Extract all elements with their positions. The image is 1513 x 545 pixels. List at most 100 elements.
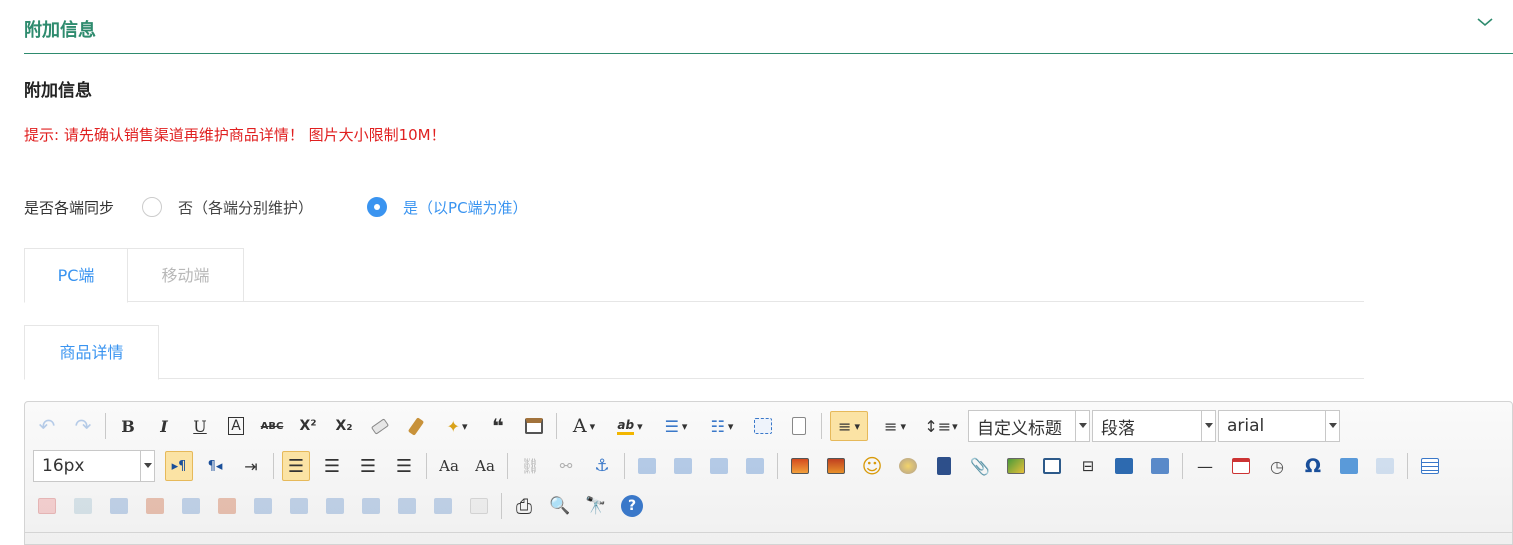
insert-paragraph-before-table-icon[interactable] bbox=[69, 491, 97, 521]
wordimage-icon[interactable] bbox=[1335, 451, 1363, 481]
tab-product-detail[interactable]: 商品详情 bbox=[24, 325, 159, 380]
map-icon[interactable] bbox=[1002, 451, 1030, 481]
link-icon[interactable]: ⛓ bbox=[516, 451, 544, 481]
paste-plain-icon[interactable] bbox=[520, 411, 548, 441]
superscript-button[interactable]: X² bbox=[294, 411, 322, 441]
insert-col-icon[interactable] bbox=[177, 491, 205, 521]
italic-button[interactable]: I bbox=[150, 411, 178, 441]
eraser-icon[interactable] bbox=[366, 411, 394, 441]
align-right-icon[interactable]: ☰ bbox=[354, 451, 382, 481]
emoji-icon[interactable]: ☺ bbox=[858, 451, 886, 481]
font-family-select[interactable]: arial bbox=[1218, 410, 1340, 442]
chevron-down-icon: ▾ bbox=[461, 419, 468, 433]
ordered-list-button[interactable]: ☰ ▾ bbox=[657, 411, 695, 441]
merge-right-icon[interactable] bbox=[285, 491, 313, 521]
section-header[interactable]: 附加信息 bbox=[24, 0, 1513, 54]
chevron-down-icon[interactable] bbox=[1325, 411, 1339, 441]
multi-image-icon[interactable] bbox=[822, 451, 850, 481]
ltr-direction-button[interactable]: ▸¶ bbox=[165, 451, 193, 481]
lowercase-icon[interactable]: Aa bbox=[471, 451, 499, 481]
ordered-list-icon: ☰ bbox=[664, 416, 679, 436]
toolbar-separator bbox=[777, 453, 778, 479]
search-replace-icon[interactable]: 🔭 bbox=[582, 491, 610, 521]
format-brush-icon[interactable] bbox=[402, 411, 430, 441]
image-center-icon[interactable] bbox=[741, 451, 769, 481]
help-icon[interactable]: ? bbox=[618, 491, 646, 521]
magic-wand-icon[interactable]: ✦ ▾ bbox=[438, 411, 476, 441]
delete-row-icon[interactable] bbox=[141, 491, 169, 521]
insert-table-icon[interactable] bbox=[1416, 451, 1444, 481]
platform-tabs: PC端 移动端 bbox=[24, 248, 1364, 303]
toolbar-separator bbox=[507, 453, 508, 479]
radio-sync-pc[interactable]: 是（以PC端为准） bbox=[367, 197, 528, 218]
video-icon[interactable] bbox=[930, 451, 958, 481]
print-icon[interactable]: ⎙ bbox=[510, 491, 538, 521]
image-left-icon[interactable] bbox=[669, 451, 697, 481]
underline-button[interactable]: U bbox=[186, 411, 214, 441]
chevron-down-icon: ▾ bbox=[900, 419, 906, 433]
radio-sync-pc-dot[interactable] bbox=[367, 197, 388, 217]
template-icon[interactable] bbox=[1110, 451, 1138, 481]
unlink-icon[interactable]: ⚯ bbox=[552, 451, 580, 481]
tab-pc[interactable]: PC端 bbox=[24, 248, 128, 303]
delete-table-icon[interactable] bbox=[33, 491, 61, 521]
rich-text-editor[interactable]: ↶ ↷ B I U A ABC X² X₂ ✦ ▾ ❝ A ▾ ab ▾ ☰ ▾ bbox=[24, 401, 1513, 545]
anchor-icon[interactable]: ⚓ bbox=[588, 451, 616, 481]
uppercase-icon[interactable]: Aa bbox=[435, 451, 463, 481]
bold-button[interactable]: B bbox=[114, 411, 142, 441]
redo-icon[interactable]: ↷ bbox=[69, 411, 97, 441]
quote-icon[interactable]: ❝ bbox=[484, 411, 512, 441]
preview-icon[interactable]: 🔍 bbox=[546, 491, 574, 521]
special-char-icon[interactable]: Ω bbox=[1299, 451, 1327, 481]
row-spacing-bottom-button[interactable]: ≡ ▾ bbox=[876, 411, 914, 441]
align-justify-icon[interactable]: ☰ bbox=[390, 451, 418, 481]
paragraph-select[interactable]: 段落 bbox=[1092, 410, 1216, 442]
paste-word-icon[interactable] bbox=[1371, 451, 1399, 481]
page-break-icon[interactable]: ⊟ bbox=[1074, 451, 1102, 481]
image-right-icon[interactable] bbox=[705, 451, 733, 481]
font-border-button[interactable]: A bbox=[222, 411, 250, 441]
delete-col-icon[interactable] bbox=[213, 491, 241, 521]
horizontal-rule-icon[interactable]: — bbox=[1191, 451, 1219, 481]
split-rows-icon[interactable] bbox=[393, 491, 421, 521]
chevron-down-icon[interactable] bbox=[140, 451, 154, 481]
indent-icon[interactable]: ⇥ bbox=[237, 451, 265, 481]
split-cells-icon[interactable] bbox=[357, 491, 385, 521]
insert-frame-icon[interactable] bbox=[1038, 451, 1066, 481]
insert-row-icon[interactable] bbox=[105, 491, 133, 521]
merge-down-icon[interactable] bbox=[321, 491, 349, 521]
chevron-down-icon[interactable] bbox=[1475, 14, 1495, 30]
highlighter-icon: ab bbox=[617, 418, 635, 435]
undo-icon[interactable]: ↶ bbox=[33, 411, 61, 441]
select-all-icon[interactable] bbox=[749, 411, 777, 441]
chevron-down-icon[interactable] bbox=[1201, 411, 1215, 441]
custom-heading-value: 自定义标题 bbox=[977, 418, 1062, 439]
background-color-button[interactable]: ab ▾ bbox=[611, 411, 649, 441]
split-cols-icon[interactable] bbox=[429, 491, 457, 521]
tab-mobile[interactable]: 移动端 bbox=[127, 248, 244, 302]
font-size-select[interactable]: 16px bbox=[33, 450, 155, 482]
align-left-icon[interactable]: ☰ bbox=[282, 451, 310, 481]
calendar-icon[interactable] bbox=[1227, 451, 1255, 481]
subscript-button[interactable]: X₂ bbox=[330, 411, 358, 441]
row-spacing-top-button[interactable]: ≡ ▾ bbox=[830, 411, 868, 441]
strikethrough-button[interactable]: ABC bbox=[258, 411, 286, 441]
background-icon[interactable] bbox=[1146, 451, 1174, 481]
line-height-button[interactable]: ↕≡ ▾ bbox=[922, 411, 960, 441]
image-icon[interactable] bbox=[786, 451, 814, 481]
merge-cells-icon[interactable] bbox=[249, 491, 277, 521]
unordered-list-button[interactable]: ☷ ▾ bbox=[703, 411, 741, 441]
clock-icon[interactable]: ◷ bbox=[1263, 451, 1291, 481]
clear-doc-icon[interactable] bbox=[785, 411, 813, 441]
align-center-icon[interactable]: ☰ bbox=[318, 451, 346, 481]
custom-heading-select[interactable]: 自定义标题 bbox=[968, 410, 1090, 442]
font-color-button[interactable]: A ▾ bbox=[565, 411, 603, 441]
scrawl-icon[interactable] bbox=[894, 451, 922, 481]
image-none-icon[interactable] bbox=[633, 451, 661, 481]
attachment-icon[interactable]: 📎 bbox=[966, 451, 994, 481]
radio-no-sync[interactable]: 否（各端分别维护） bbox=[142, 197, 313, 218]
radio-no-sync-dot[interactable] bbox=[142, 197, 163, 217]
chart-icon[interactable] bbox=[465, 491, 493, 521]
chevron-down-icon[interactable] bbox=[1075, 411, 1089, 441]
rtl-direction-button[interactable]: ¶◂ bbox=[201, 451, 229, 481]
